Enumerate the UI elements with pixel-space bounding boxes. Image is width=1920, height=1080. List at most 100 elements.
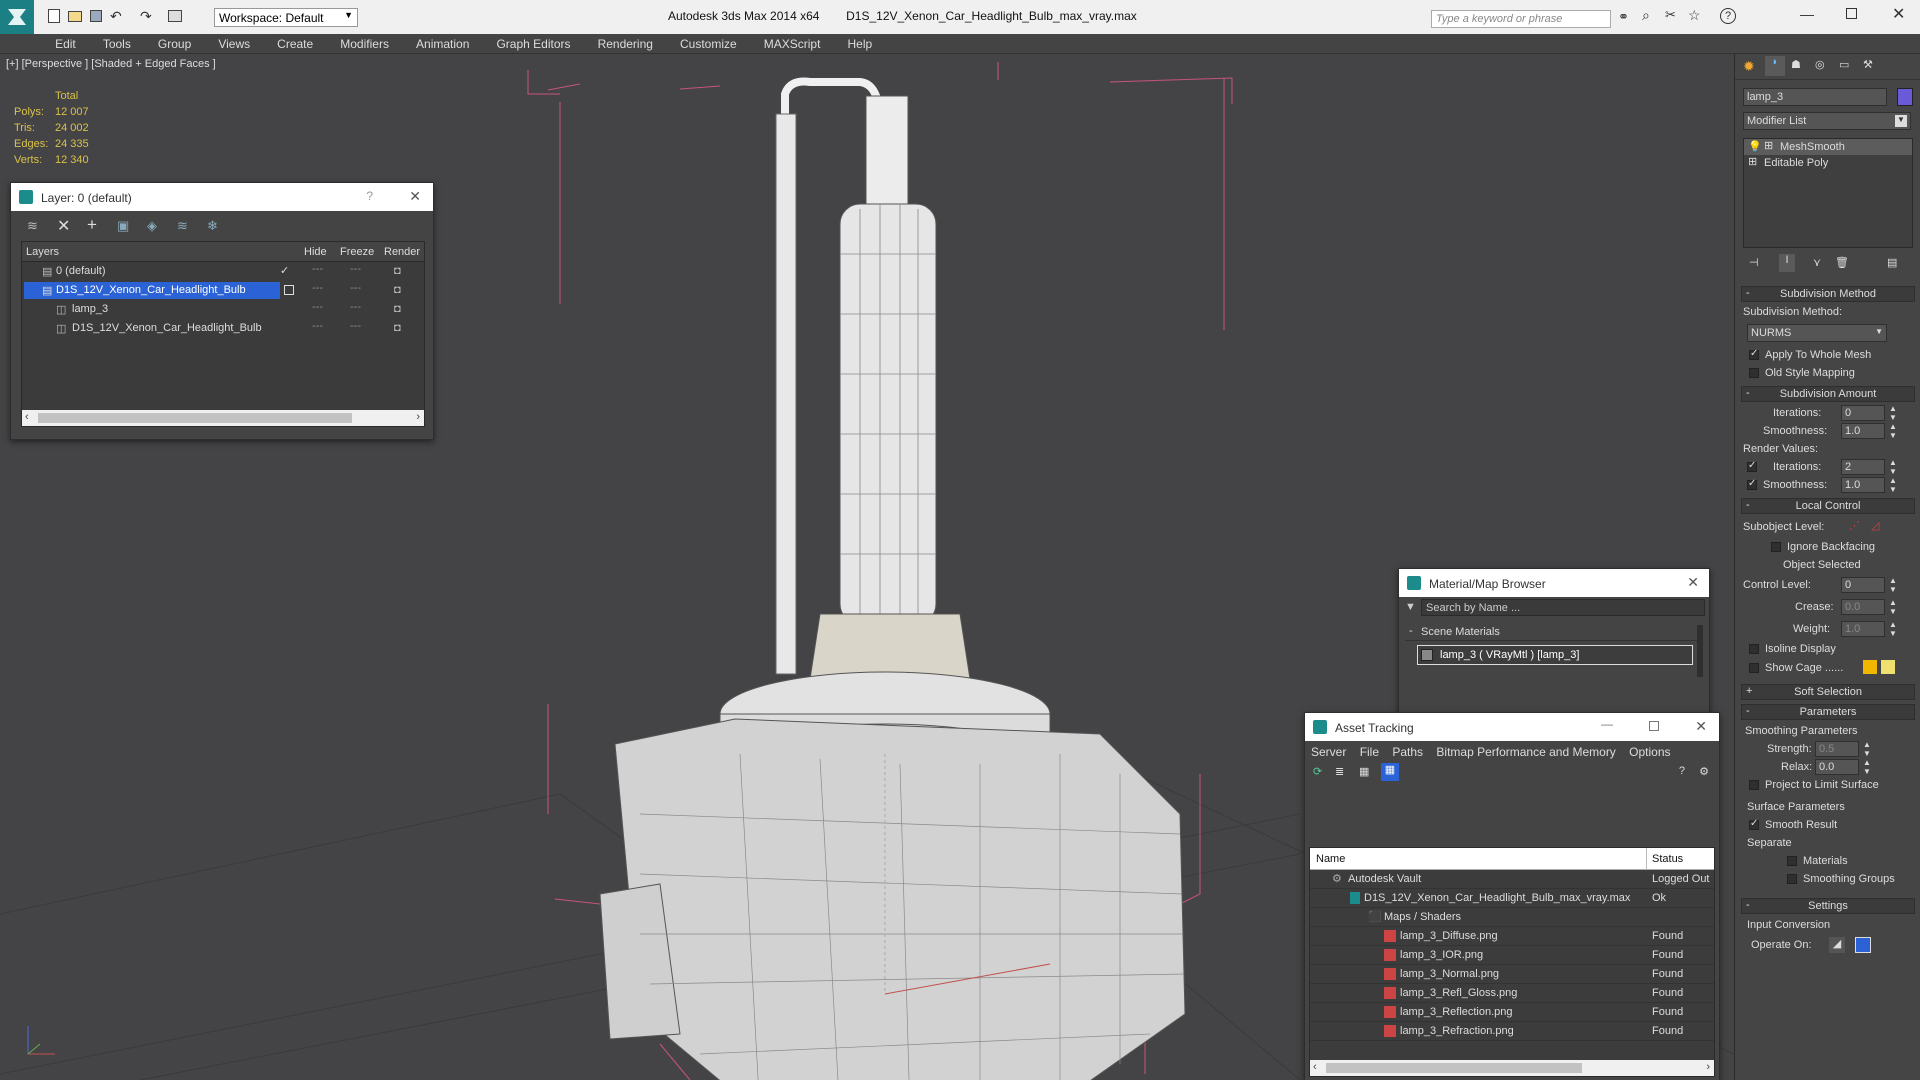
asset-row[interactable]: lamp_3_Diffuse.png Found	[1310, 927, 1714, 946]
spinner-arrows-icon[interactable]: ▲ ▼	[1863, 740, 1871, 758]
select-objects-icon[interactable]: ▣	[117, 218, 129, 234]
project-folder-icon[interactable]	[168, 10, 182, 22]
menu-tools[interactable]: Tools	[91, 34, 143, 51]
column-status[interactable]: Status	[1652, 853, 1683, 865]
motion-tab-icon[interactable]: ◎	[1815, 58, 1825, 71]
refresh-icon[interactable]: ⟳	[1313, 765, 1322, 778]
object-color-swatch[interactable]	[1897, 88, 1913, 106]
layer-row[interactable]: ▤ 0 (default) ✓ --- --- ◘	[22, 262, 424, 281]
vertical-scrollbar[interactable]	[1697, 625, 1703, 677]
search-icon[interactable]: ⌕	[1642, 7, 1650, 24]
cage-color-swatch-2[interactable]	[1881, 660, 1895, 674]
scroll-left-icon[interactable]: ‹	[1313, 1061, 1317, 1073]
weight-spinner[interactable]: 1.0	[1841, 621, 1885, 637]
relax-spinner[interactable]: 0.0	[1815, 759, 1859, 775]
options-arrow-icon[interactable]: ▼	[1405, 601, 1416, 613]
scrollbar-thumb[interactable]	[1326, 1063, 1582, 1073]
menu-paths[interactable]: Paths	[1392, 745, 1423, 759]
polygons-mode-icon[interactable]	[1855, 937, 1871, 953]
menu-rendering[interactable]: Rendering	[586, 34, 665, 51]
spinner-arrows-icon[interactable]: ▲ ▼	[1889, 620, 1897, 638]
star-icon[interactable]: ☆	[1688, 7, 1701, 24]
modifier-stack-item[interactable]: 💡 ⊞ MeshSmooth	[1744, 139, 1912, 155]
undo-icon[interactable]: ↶	[110, 8, 122, 25]
object-name-field[interactable]: lamp_3	[1743, 88, 1887, 106]
menu-customize[interactable]: Customize	[668, 34, 749, 51]
edge-mode-icon[interactable]: ◿	[1871, 519, 1879, 532]
hide-toggle[interactable]: ---	[312, 320, 323, 332]
render-toggle-icon[interactable]: ◘	[394, 265, 401, 277]
close-icon[interactable]: ✕	[409, 188, 421, 205]
apply-whole-mesh-row[interactable]: Apply To Whole Mesh	[1735, 346, 1920, 364]
hide-toggle[interactable]: ---	[312, 282, 323, 294]
help-icon[interactable]: ?	[1720, 8, 1736, 24]
column-freeze[interactable]: Freeze	[340, 246, 374, 258]
menu-help[interactable]: Help	[836, 34, 885, 51]
freeze-toggle[interactable]: ---	[350, 301, 361, 313]
scroll-right-icon[interactable]: ›	[1706, 1061, 1710, 1073]
modifier-list-dropdown[interactable]: Modifier List ▼	[1743, 112, 1911, 130]
vertex-mode-icon[interactable]: ⋰	[1849, 519, 1860, 532]
tools-icon[interactable]: ✂	[1665, 7, 1676, 23]
freeze-all-icon[interactable]: ❄	[207, 218, 218, 234]
menu-bitmap-performance[interactable]: Bitmap Performance and Memory	[1436, 745, 1615, 759]
workspace-dropdown[interactable]: Workspace: Default ▼	[214, 8, 358, 27]
smooth-result-checkbox[interactable]	[1749, 818, 1759, 830]
materials-row[interactable]: Materials	[1735, 852, 1920, 870]
asset-row[interactable]: ⚙ Autodesk Vault Logged Out	[1310, 870, 1714, 889]
lightbulb-icon[interactable]: 💡	[1748, 140, 1762, 153]
asset-row[interactable]: D1S_12V_Xenon_Car_Headlight_Bulb_max_vra…	[1310, 889, 1714, 908]
minimize-icon[interactable]: —	[1800, 6, 1814, 22]
freeze-toggle[interactable]: ---	[350, 320, 361, 332]
close-icon[interactable]: ✕	[1695, 718, 1707, 735]
hide-toggle[interactable]: ---	[312, 301, 323, 313]
perspective-viewport[interactable]: [+] [Perspective ] [Shaded + Edged Faces…	[0, 54, 1734, 1080]
make-unique-icon[interactable]: ⋎	[1813, 256, 1821, 269]
smooth-result-row[interactable]: Smooth Result	[1735, 816, 1920, 834]
materials-checkbox[interactable]	[1787, 856, 1797, 866]
help-search-input[interactable]: Type a keyword or phrase	[1431, 10, 1611, 28]
layer-row[interactable]: ◫ lamp_3 --- --- ◘	[22, 300, 424, 319]
expand-icon[interactable]: ⊞	[1764, 139, 1773, 152]
ignore-backfacing-row[interactable]: Ignore Backfacing	[1735, 538, 1920, 556]
modify-tab-icon[interactable]: ◗	[1765, 56, 1785, 76]
render-iterations-checkbox[interactable]	[1747, 460, 1757, 472]
ignore-backfacing-checkbox[interactable]	[1771, 542, 1781, 552]
display-tab-icon[interactable]: ▭	[1839, 58, 1849, 71]
isoline-row[interactable]: Isoline Display	[1735, 640, 1920, 658]
maximize-icon[interactable]	[1649, 721, 1659, 731]
old-style-mapping-checkbox[interactable]	[1749, 368, 1759, 378]
smoothness-spinner[interactable]: 1.0	[1841, 423, 1885, 439]
highlight-layer-icon[interactable]: ◈	[147, 218, 157, 234]
help-icon[interactable]: ?	[1679, 765, 1685, 777]
viewport-label[interactable]: [+] [Perspective ] [Shaded + Edged Faces…	[6, 58, 216, 70]
horizontal-scrollbar[interactable]: ‹ ›	[22, 410, 424, 426]
new-file-icon[interactable]	[48, 9, 60, 23]
thumbnail-view-icon[interactable]: ▦	[1359, 765, 1369, 778]
utilities-tab-icon[interactable]: ⚒	[1863, 58, 1873, 71]
layer-row[interactable]: ◫ D1S_12V_Xenon_Car_Headlight_Bulb --- -…	[22, 319, 424, 338]
project-limit-checkbox[interactable]	[1749, 780, 1759, 790]
scene-materials-group[interactable]: - Scene Materials	[1405, 623, 1701, 641]
render-smoothness-spinner[interactable]: 1.0	[1841, 477, 1885, 493]
menu-options[interactable]: Options	[1629, 745, 1670, 759]
horizontal-scrollbar[interactable]: ‹ ›	[1310, 1060, 1714, 1076]
smoothing-groups-row[interactable]: Smoothing Groups	[1735, 870, 1920, 888]
asset-row[interactable]: lamp_3_Normal.png Found	[1310, 965, 1714, 984]
menu-modifiers[interactable]: Modifiers	[328, 34, 401, 51]
render-iterations-spinner[interactable]: 2	[1841, 459, 1885, 475]
scrollbar-thumb[interactable]	[38, 413, 352, 423]
menu-animation[interactable]: Animation	[404, 34, 481, 51]
delete-layer-icon[interactable]: ✕	[57, 216, 70, 236]
control-level-spinner[interactable]: 0	[1841, 577, 1885, 593]
project-limit-row[interactable]: Project to Limit Surface	[1735, 776, 1920, 794]
menu-maxscript[interactable]: MAXScript	[752, 34, 833, 51]
spinner-arrows-icon[interactable]: ▲ ▼	[1889, 598, 1897, 616]
spinner-arrows-icon[interactable]: ▲ ▼	[1889, 404, 1897, 422]
column-hide[interactable]: Hide	[304, 246, 327, 258]
smoothing-groups-checkbox[interactable]	[1787, 874, 1797, 884]
column-name[interactable]: Name	[1316, 853, 1345, 865]
spinner-arrows-icon[interactable]: ▲ ▼	[1863, 758, 1871, 776]
rollout-subdivision-method[interactable]: - Subdivision Method	[1741, 286, 1915, 302]
add-to-layer-icon[interactable]: +	[87, 215, 97, 235]
